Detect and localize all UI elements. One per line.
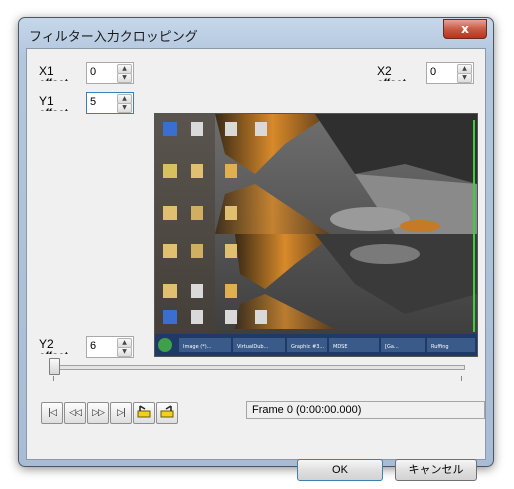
y2-offset-value[interactable]: 6 (90, 340, 96, 352)
frame-slider-thumb[interactable] (49, 358, 60, 375)
spin-down-icon[interactable]: ▼ (117, 73, 132, 83)
step-forward-button[interactable]: ▷▷ (87, 402, 109, 424)
y2-offset-label: Y2 offset (39, 338, 68, 354)
close-icon: x (461, 22, 469, 36)
preview-image: Image (*)... VirtualDub... Graphic #3...… (155, 114, 477, 356)
x1-offset-value[interactable]: 0 (90, 66, 96, 78)
x2-offset-spinner[interactable]: 0 ▲ ▼ (426, 62, 474, 84)
x2-offset-value[interactable]: 0 (430, 66, 436, 78)
last-frame-icon: ▷| (117, 408, 126, 418)
y2-offset-spinner[interactable]: 6 ▲ ▼ (86, 336, 134, 358)
mark-in-button[interactable] (133, 402, 155, 424)
first-frame-icon: |◁ (48, 408, 57, 418)
y1-offset-value[interactable]: 5 (90, 96, 96, 108)
spin-down-icon[interactable]: ▼ (457, 73, 472, 83)
frame-status: Frame 0 (0:00:00.000) (246, 401, 485, 419)
cancel-button[interactable]: キャンセル (395, 459, 477, 481)
slider-tick (53, 376, 54, 381)
dialog-title: フィルター入力クロッピング (29, 30, 198, 45)
taskbar-item: Image (*)... (183, 344, 212, 350)
mark-in-icon (137, 405, 151, 418)
taskbar-item: Ruffing (431, 344, 449, 350)
crop-dialog: フィルター入力クロッピング x X1 offset 0 ▲ ▼ X2 offse… (18, 17, 494, 481)
mark-out-button[interactable] (156, 402, 178, 424)
taskbar-item: [Ga... (385, 344, 399, 350)
mark-out-icon (160, 405, 174, 418)
last-frame-button[interactable]: ▷| (110, 402, 132, 424)
first-frame-button[interactable]: |◁ (41, 402, 63, 424)
y1-offset-label: Y1 offset (39, 95, 68, 111)
spin-down-icon[interactable]: ▼ (117, 103, 132, 113)
slider-tick (461, 376, 462, 381)
x2-offset-label: X2 offset (377, 65, 406, 81)
step-back-icon: ◁◁ (69, 408, 82, 418)
dialog-client: X1 offset 0 ▲ ▼ X2 offset 0 ▲ ▼ Y1 offse… (26, 48, 486, 481)
taskbar-item: VirtualDub... (237, 344, 269, 350)
taskbar-item: MDSE (333, 344, 348, 350)
y1-offset-spinner[interactable]: 5 ▲ ▼ (86, 92, 134, 114)
frame-slider-track[interactable] (49, 365, 465, 370)
step-back-button[interactable]: ◁◁ (64, 402, 86, 424)
spin-down-icon[interactable]: ▼ (117, 347, 132, 357)
close-button[interactable]: x (443, 19, 487, 39)
video-preview: Image (*)... VirtualDub... Graphic #3...… (154, 113, 478, 357)
ok-button[interactable]: OK (297, 459, 383, 481)
x1-offset-spinner[interactable]: 0 ▲ ▼ (86, 62, 134, 84)
taskbar-item: Graphic #3... (291, 344, 325, 350)
x1-offset-label: X1 offset (39, 65, 68, 81)
step-forward-icon: ▷▷ (92, 408, 105, 418)
